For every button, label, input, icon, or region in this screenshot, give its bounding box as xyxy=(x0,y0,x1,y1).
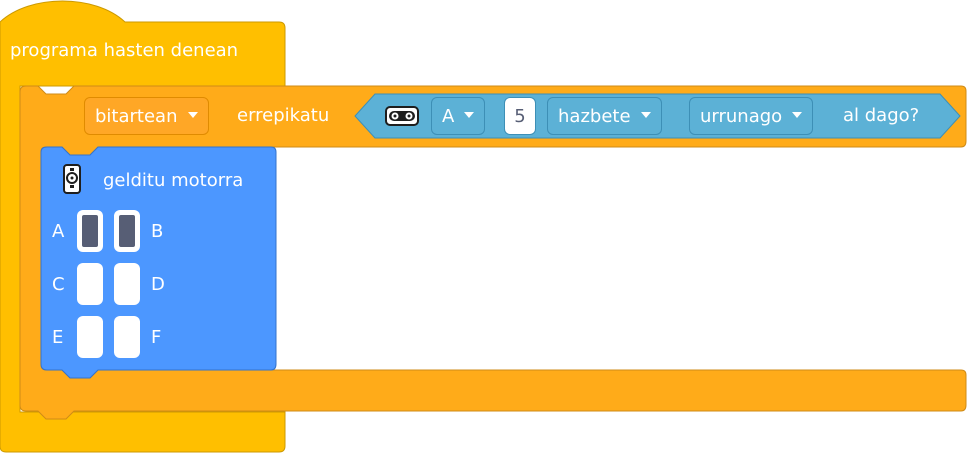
comparison-dropdown[interactable]: urrunago xyxy=(689,97,814,135)
condition-suffix-label: al dago? xyxy=(843,105,920,126)
script-canvas xyxy=(0,0,967,453)
comparison-label: urrunago xyxy=(700,105,783,127)
repeat-mode-dropdown[interactable]: bitartean xyxy=(84,97,209,135)
hat-block-label: programa hasten denean xyxy=(10,40,239,61)
sensor-port-label: A xyxy=(442,105,455,127)
port-toggle-f[interactable] xyxy=(114,316,140,358)
port-toggle-d[interactable] xyxy=(114,263,140,305)
port-label-e: E xyxy=(52,327,64,348)
unit-label: hazbete xyxy=(558,105,631,127)
distance-value-input[interactable]: 5 xyxy=(504,97,536,135)
distance-sensor-icon xyxy=(385,106,419,126)
repeat-keyword-label: errepikatu xyxy=(237,105,330,126)
port-toggle-c[interactable] xyxy=(77,263,103,305)
chevron-down-icon xyxy=(792,112,803,118)
chevron-down-icon xyxy=(187,112,198,118)
chevron-down-icon xyxy=(464,112,475,118)
port-label-a: A xyxy=(52,221,65,242)
repeat-mode-label: bitartean xyxy=(95,105,178,127)
chevron-down-icon xyxy=(640,112,651,118)
port-toggle-a[interactable] xyxy=(77,210,103,252)
motor-icon xyxy=(63,164,81,194)
port-label-d: D xyxy=(151,274,165,295)
port-toggle-e[interactable] xyxy=(77,316,103,358)
sensor-port-dropdown[interactable]: A xyxy=(431,97,486,135)
stop-motor-label: gelditu motorra xyxy=(103,170,244,191)
port-toggle-b[interactable] xyxy=(114,210,140,252)
port-label-c: C xyxy=(52,274,65,295)
unit-dropdown[interactable]: hazbete xyxy=(547,97,662,135)
port-label-f: F xyxy=(151,327,162,348)
port-label-b: B xyxy=(151,221,164,242)
